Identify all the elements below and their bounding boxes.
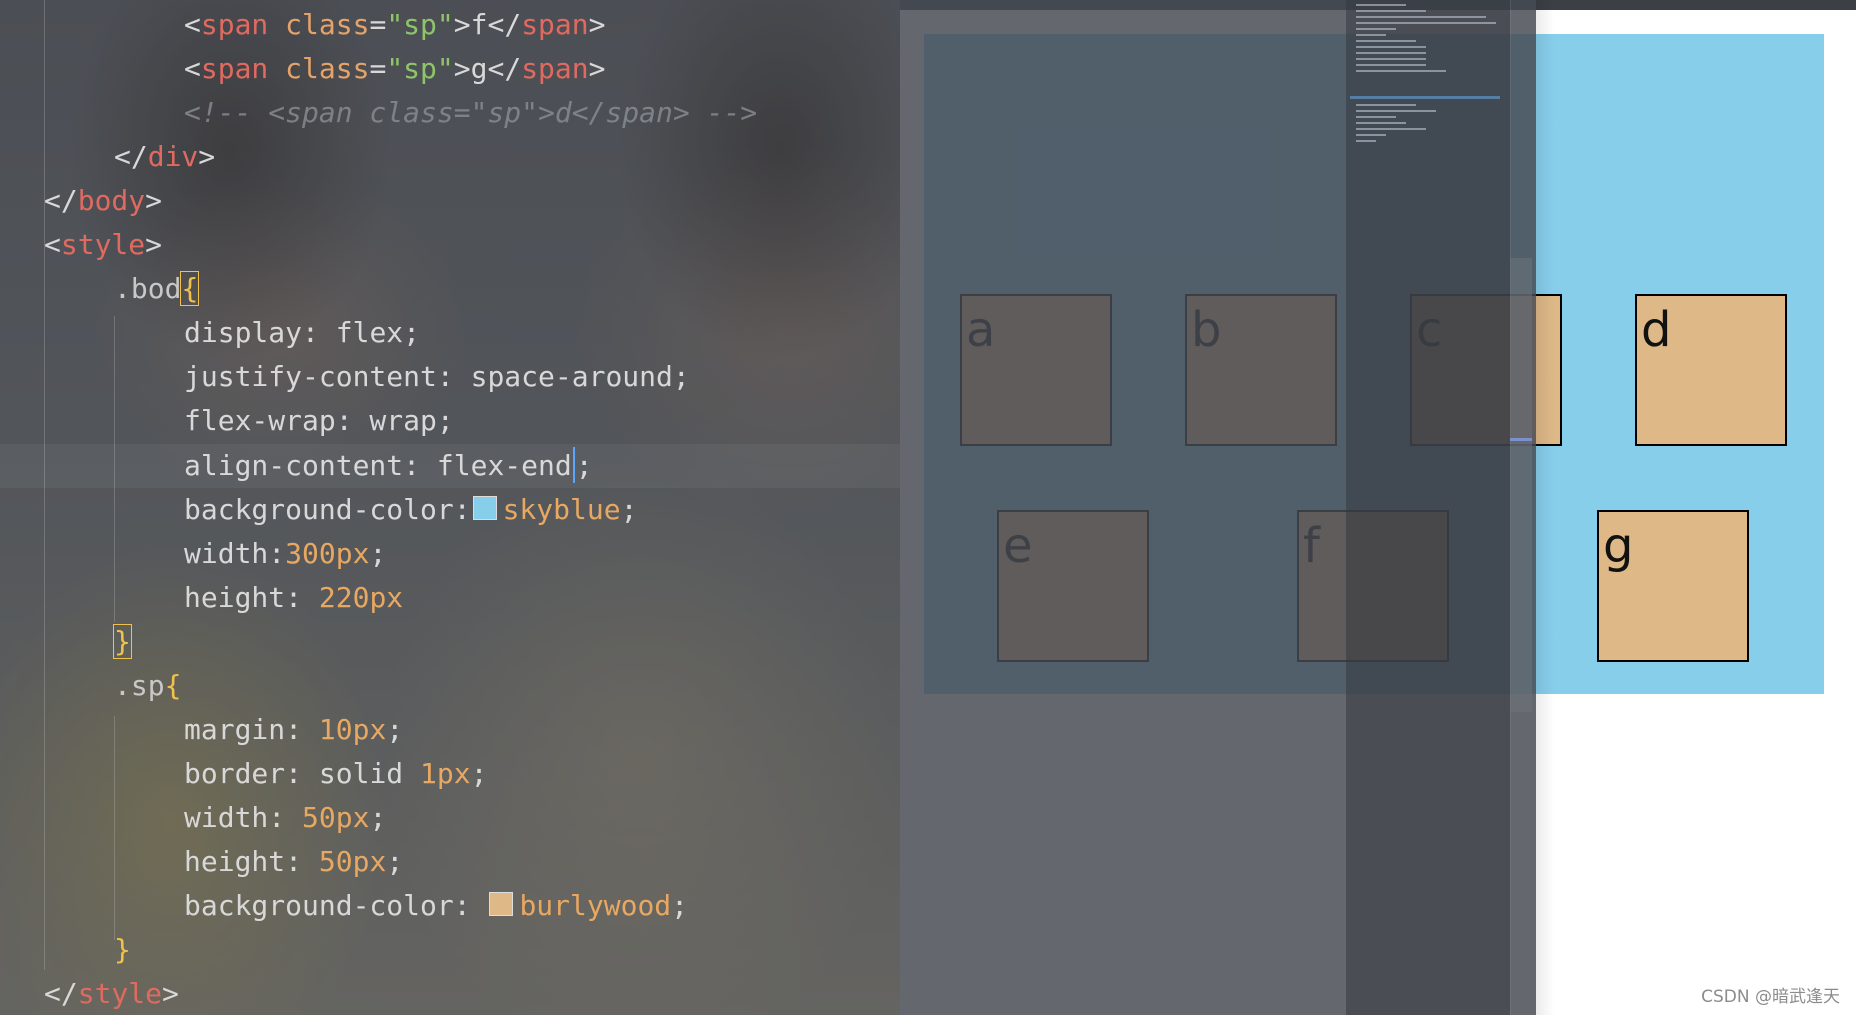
code-line[interactable]: </body> [44,179,162,223]
color-swatch-icon[interactable] [489,892,514,916]
code-line[interactable]: flex-wrap: wrap; [184,399,454,443]
code-line[interactable]: border: solid 1px; [184,752,487,796]
code-line-comment[interactable]: <!-- <span class="sp">d</span> --> [184,91,757,135]
indent-guide [114,716,115,940]
flex-item-label: f [1303,518,1320,574]
watermark: CSDN @暗武逢天 [1701,987,1840,1007]
code-line[interactable]: width: 50px; [184,796,386,840]
flex-item-b: b [1185,294,1337,446]
flex-item-a: a [960,294,1112,446]
code-line[interactable]: display: flex; [184,311,420,355]
code-editor[interactable]: <span class="sp">f</span> <span class="s… [0,0,900,1015]
code-line[interactable]: } [113,620,132,664]
code-line[interactable]: <span class="sp">g</span> [184,47,605,91]
code-line[interactable]: <span class="sp">f</span> [184,3,605,47]
flex-item-g: g [1597,510,1749,662]
code-line[interactable]: height: 50px; [184,840,403,884]
text-caret [572,447,575,483]
flex-item-label: a [966,302,996,358]
code-line[interactable]: background-color: burlywood; [184,884,688,928]
code-line[interactable]: justify-content: space-around; [184,355,690,399]
flex-item-label: b [1191,302,1222,358]
code-line[interactable]: background-color: skyblue; [184,488,637,532]
flex-item-label: e [1003,518,1033,574]
code-line-current[interactable]: align-content: flex-end; [184,444,593,488]
code-line[interactable]: height: 220px [184,576,403,620]
code-line[interactable]: margin: 10px; [184,708,403,752]
flex-item-e: e [997,510,1149,662]
vertical-scrollbar[interactable] [1510,258,1532,712]
code-line[interactable]: .bod{ [114,267,200,311]
flex-item-d: d [1635,294,1787,446]
flex-item-label: d [1641,302,1672,358]
code-line[interactable]: .sp{ [114,664,181,708]
code-line[interactable]: } [114,928,131,972]
scrollbar-caret-marker [1510,438,1532,441]
code-line[interactable]: <style> [44,223,162,267]
code-minimap[interactable] [1346,0,1510,1015]
color-swatch-icon[interactable] [472,496,497,520]
code-line[interactable]: </div> [114,135,215,179]
code-line[interactable]: width:300px; [184,532,386,576]
code-line[interactable]: </style> [44,972,179,1015]
flex-item-label: g [1603,518,1634,574]
overlay-shadow [1536,0,1554,1015]
